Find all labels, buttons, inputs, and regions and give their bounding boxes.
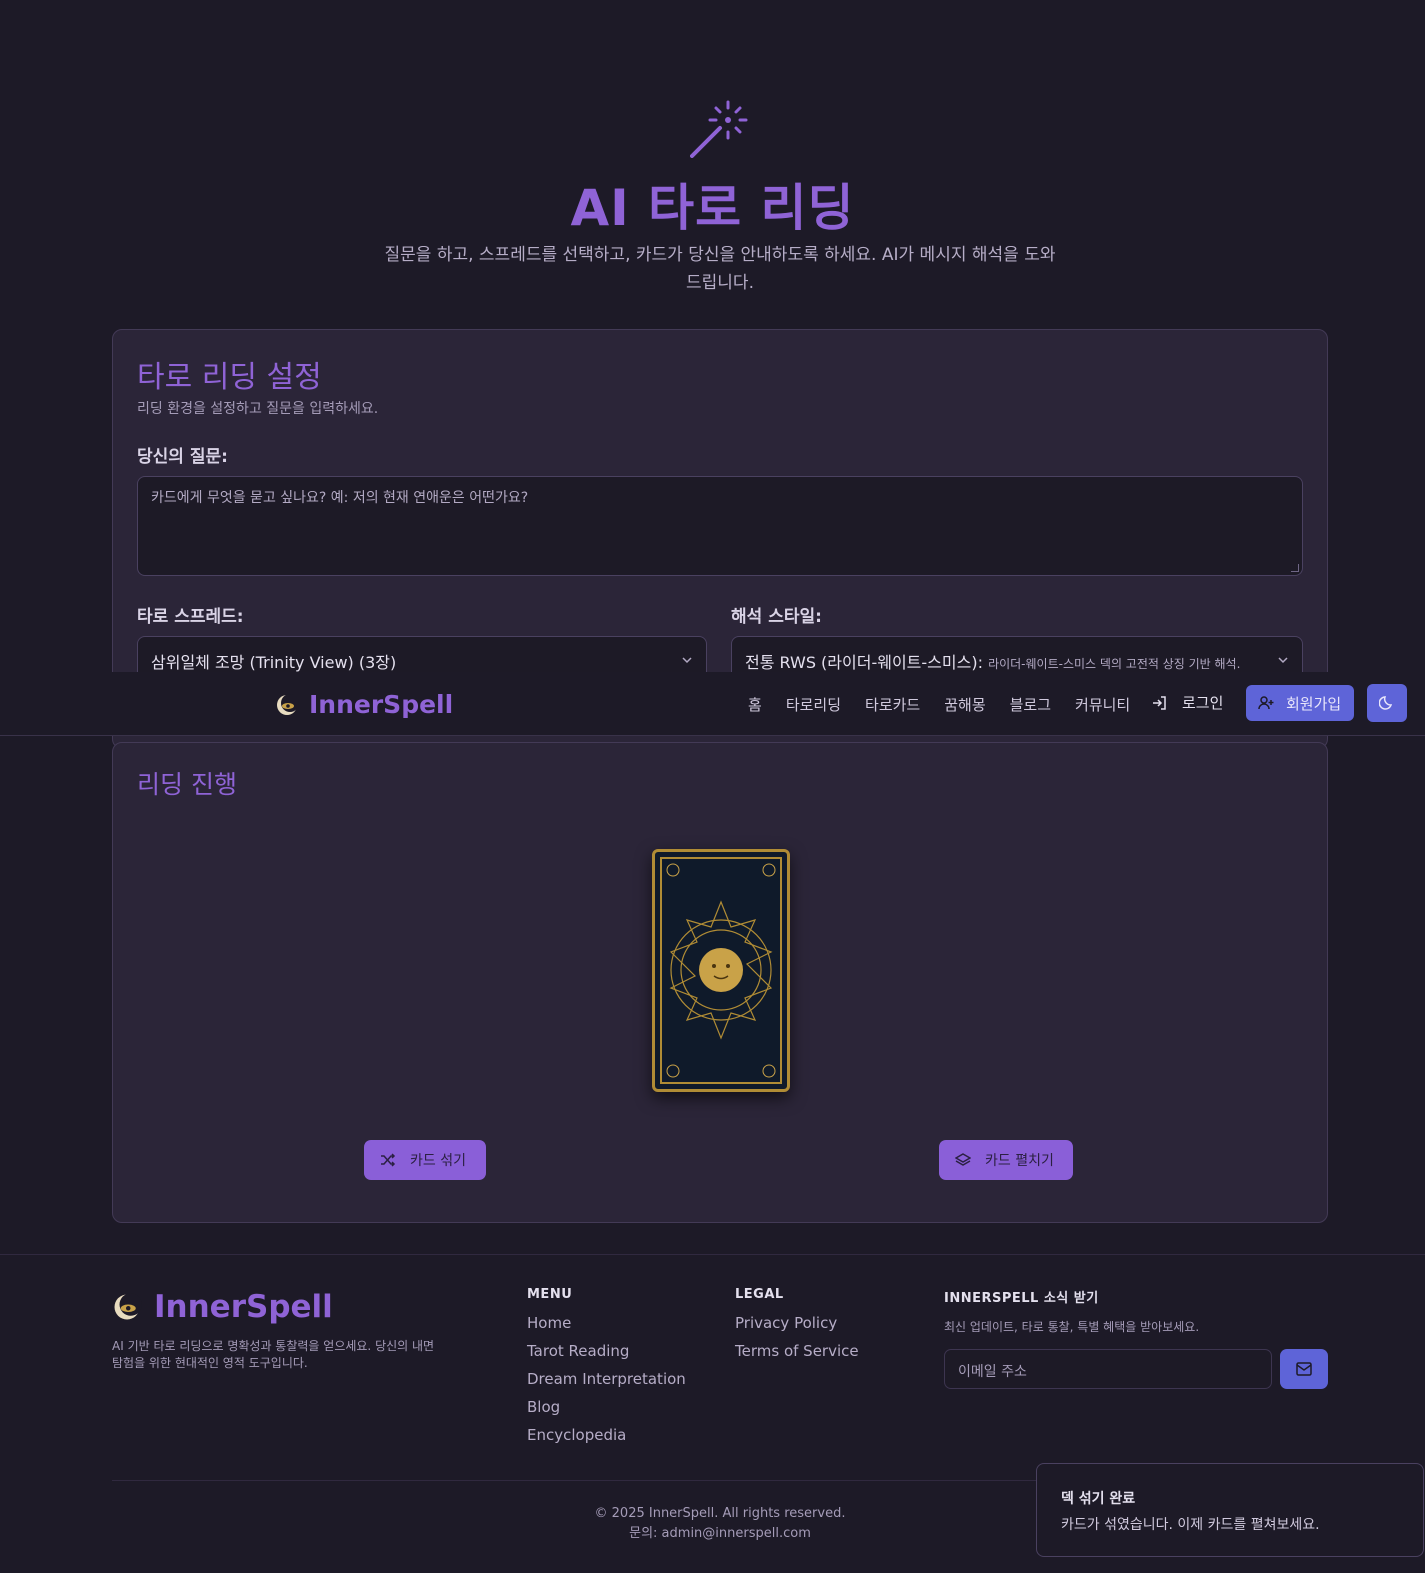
- page-title: AI 타로 리딩: [570, 179, 855, 237]
- email-placeholder: 이메일 주소: [958, 1364, 1027, 1380]
- reading-progress-card: 리딩 진행 카드 섞기 카드 펼치기: [112, 742, 1328, 1223]
- navbar: InnerSpell 홈 타로리딩 타로카드 꿈해몽 블로그 커뮤니티 로그인 …: [0, 672, 1425, 736]
- question-label: 당신의 질문:: [137, 447, 228, 467]
- user-plus-icon: [1258, 696, 1274, 710]
- nav-link-blog[interactable]: 블로그: [1010, 694, 1051, 715]
- nav-link-dream[interactable]: 꿈해몽: [944, 694, 985, 715]
- footer-logo[interactable]: InnerSpell: [112, 1289, 333, 1325]
- spread-cards-button[interactable]: 카드 펼치기: [939, 1140, 1073, 1180]
- progress-title: 리딩 진행: [137, 770, 237, 799]
- menu-heading: MENU: [527, 1287, 573, 1302]
- shuffle-label: 카드 섞기: [410, 1153, 466, 1169]
- style-label: 해석 스타일:: [731, 607, 822, 627]
- footer-divider: [0, 1254, 1425, 1255]
- shuffle-icon: [381, 1153, 396, 1167]
- signup-label: 회원가입: [1286, 694, 1342, 713]
- newsletter-submit-button[interactable]: [1280, 1349, 1328, 1389]
- footer-newsletter: INNERSPELL 소식 받기 최신 업데이트, 타로 통찰, 특별 혜택을 …: [944, 1287, 1199, 1335]
- theme-toggle-button[interactable]: [1367, 684, 1407, 722]
- moon-eye-icon: [114, 1293, 142, 1320]
- newsletter-email-input[interactable]: 이메일 주소: [944, 1349, 1272, 1389]
- nav-link-home[interactable]: 홈: [748, 694, 762, 715]
- footer-link-tarot-reading[interactable]: Tarot Reading: [527, 1342, 686, 1360]
- question-input[interactable]: 카드에게 무엇을 묻고 싶나요? 예: 저의 현재 연애운은 어떤가요?: [137, 476, 1303, 576]
- nav-link-tarot-reading[interactable]: 타로리딩: [786, 694, 841, 715]
- footer-link-terms[interactable]: Terms of Service: [735, 1342, 859, 1360]
- login-label: 로그인: [1182, 694, 1224, 712]
- footer-link-encyclopedia[interactable]: Encyclopedia: [527, 1426, 686, 1444]
- spread-cards-label: 카드 펼치기: [985, 1153, 1054, 1169]
- spread-label: 타로 스프레드:: [137, 607, 244, 627]
- nav-link-tarot-cards[interactable]: 타로카드: [865, 694, 920, 715]
- mail-icon: [1296, 1362, 1312, 1376]
- footer-link-blog[interactable]: Blog: [527, 1398, 686, 1416]
- moon-eye-icon: [277, 693, 299, 715]
- page-subtitle: 질문을 하고, 스프레드를 선택하고, 카드가 당신을 안내하도록 하세요. A…: [384, 245, 1056, 293]
- footer-legal: LEGAL Privacy Policy Terms of Service: [735, 1287, 859, 1370]
- toast-title: 덱 섞기 완료: [1061, 1491, 1136, 1507]
- brand-name: InnerSpell: [309, 690, 454, 719]
- question-placeholder: 카드에게 무엇을 묻고 싶나요? 예: 저의 현재 연애운은 어떤가요?: [151, 490, 529, 506]
- signup-button[interactable]: 회원가입: [1246, 685, 1354, 721]
- spread-select-value: 삼위일체 조망 (Trinity View) (3장): [151, 653, 397, 672]
- layers-icon: [955, 1153, 971, 1166]
- login-button[interactable]: 로그인: [1152, 692, 1223, 713]
- footer-link-privacy[interactable]: Privacy Policy: [735, 1314, 859, 1332]
- footer-link-home[interactable]: Home: [527, 1314, 686, 1332]
- newsletter-heading: INNERSPELL 소식 받기: [944, 1291, 1099, 1306]
- style-select-detail: 라이더-웨이트-스미스 덱의 고전적 상징 기반 해석.: [988, 657, 1241, 671]
- chevron-down-icon: [682, 657, 692, 664]
- resize-handle[interactable]: [1291, 564, 1299, 572]
- brand-logo[interactable]: InnerSpell: [275, 690, 453, 719]
- style-select-value: 전통 RWS (라이더-웨이트-스미스):: [745, 653, 983, 672]
- settings-title: 타로 리딩 설정: [137, 360, 322, 395]
- footer-link-dream[interactable]: Dream Interpretation: [527, 1370, 686, 1388]
- moon-icon: [1379, 696, 1393, 710]
- nav-link-community[interactable]: 커뮤니티: [1075, 694, 1130, 715]
- magic-wand-icon: [690, 100, 748, 158]
- newsletter-description: 최신 업데이트, 타로 통찰, 특별 혜택을 받아보세요.: [944, 1320, 1200, 1334]
- login-icon: [1153, 695, 1166, 710]
- settings-description: 리딩 환경을 설정하고 질문을 입력하세요.: [137, 401, 379, 417]
- nav-links: 홈 타로리딩 타로카드 꿈해몽 블로그 커뮤니티: [748, 694, 1130, 715]
- footer-brand-name: InnerSpell: [154, 1289, 333, 1325]
- legal-heading: LEGAL: [735, 1287, 784, 1302]
- footer-menu: MENU Home Tarot Reading Dream Interpreta…: [527, 1287, 686, 1454]
- shuffle-button[interactable]: 카드 섞기: [364, 1140, 486, 1180]
- footer-description: AI 기반 타로 리딩으로 명확성과 통찰력을 얻으세요. 당신의 내면 탐험을…: [112, 1339, 435, 1370]
- chevron-down-icon: [1278, 657, 1288, 664]
- tarot-card-back[interactable]: [652, 849, 790, 1092]
- toast-notification[interactable]: 덱 섞기 완료 카드가 섞였습니다. 이제 카드를 펼쳐보세요.: [1036, 1463, 1424, 1557]
- toast-message: 카드가 섞였습니다. 이제 카드를 펼쳐보세요.: [1061, 1517, 1320, 1533]
